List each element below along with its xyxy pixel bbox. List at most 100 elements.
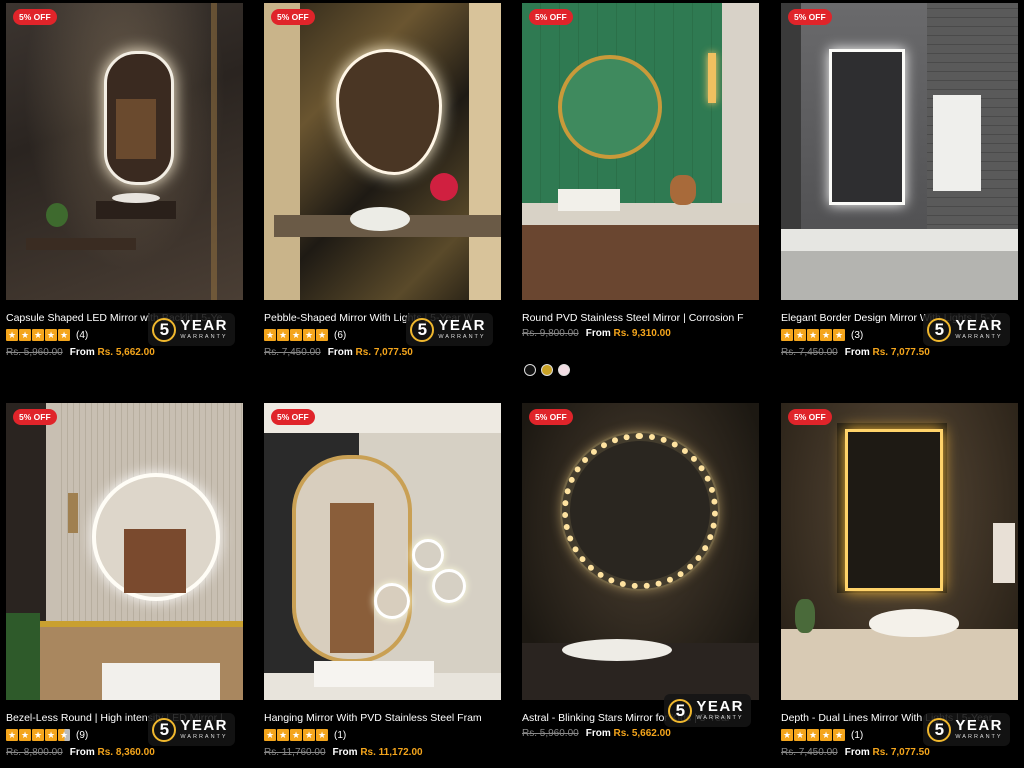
from-label: From xyxy=(844,347,870,358)
star-icon: ★ xyxy=(290,729,302,741)
warranty-small-label: WARRANTY xyxy=(180,734,228,741)
star-icon: ★ xyxy=(303,729,315,741)
star-icon: ★ xyxy=(264,729,276,741)
product-price: Rs. 7,450.00 From Rs. 7,077.50 xyxy=(781,747,1018,758)
sale-price: Rs. 7,077.50 xyxy=(872,347,930,358)
star-icon: ★ xyxy=(794,329,806,341)
star-icon: ★ xyxy=(807,329,819,341)
product-price: Rs. 8,800.00 From Rs. 8,360.00 xyxy=(6,747,243,758)
discount-badge: 5% OFF xyxy=(529,409,573,425)
product-image-astral-stars-mirror[interactable] xyxy=(522,403,759,700)
warranty-number: 5 xyxy=(927,717,952,742)
from-label: From xyxy=(332,747,358,758)
from-label: From xyxy=(585,328,611,339)
discount-badge: 5% OFF xyxy=(13,409,57,425)
discount-badge: 5% OFF xyxy=(529,9,573,25)
product-price: Rs. 9,800.00 From Rs. 9,310.00 xyxy=(522,328,759,339)
discount-badge: 5% OFF xyxy=(788,9,832,25)
from-label: From xyxy=(844,747,870,758)
product-image-bezel-less-round-mirror[interactable] xyxy=(6,403,243,700)
product-image-elegant-border-mirror[interactable] xyxy=(781,3,1018,300)
star-icon: ★ xyxy=(277,329,289,341)
warranty-badge: 5 YEAR WARRANTY xyxy=(664,694,751,727)
product-image-hanging-mirror[interactable] xyxy=(264,403,501,700)
swatch-gold[interactable] xyxy=(541,364,553,376)
star-icon: ★ xyxy=(58,329,70,341)
warranty-year-label: YEAR xyxy=(180,717,228,735)
product-card[interactable]: 5% OFF 5 YEAR WARRANTY Elegant Border Des… xyxy=(781,3,1018,358)
compare-price: Rs. 9,800.00 xyxy=(522,328,579,339)
compare-price: Rs. 7,450.00 xyxy=(781,347,838,358)
swatch-rose[interactable] xyxy=(558,364,570,376)
from-label: From xyxy=(69,747,95,758)
warranty-year-label: YEAR xyxy=(180,317,228,335)
product-rating: ★ ★ ★ ★ ★ (1) xyxy=(264,728,501,742)
warranty-small-label: WARRANTY xyxy=(955,334,1003,341)
discount-badge: 5% OFF xyxy=(13,9,57,25)
product-image-pebble-mirror[interactable] xyxy=(264,3,501,300)
star-icon: ★ xyxy=(277,729,289,741)
compare-price: Rs. 7,450.00 xyxy=(264,347,321,358)
star-icon: ★ xyxy=(794,729,806,741)
warranty-small-label: WARRANTY xyxy=(438,334,486,341)
rating-count: (4) xyxy=(76,329,89,341)
star-half-icon: ★ xyxy=(58,729,70,741)
from-label: From xyxy=(585,728,611,739)
product-card[interactable]: 5% OFF 5 YEAR WARRANTY Capsule Shaped LED… xyxy=(6,3,243,358)
star-icon: ★ xyxy=(45,329,57,341)
product-card[interactable]: 5% OFF 5 YEAR WARRANTY Bezel-Less Round |… xyxy=(6,403,243,758)
product-card[interactable]: 5% OFF 5 YEAR WARRANTY Depth - Dual Lines… xyxy=(781,403,1018,758)
rating-count: (3) xyxy=(851,329,864,341)
star-icon: ★ xyxy=(19,729,31,741)
warranty-small-label: WARRANTY xyxy=(180,334,228,341)
star-icon: ★ xyxy=(19,329,31,341)
sale-price: Rs. 5,662.00 xyxy=(97,347,155,358)
warranty-year-label: YEAR xyxy=(438,317,486,335)
star-icon: ★ xyxy=(303,329,315,341)
product-card[interactable]: 5% OFF Round PVD Stainless Steel Mirror … xyxy=(522,3,759,339)
discount-badge: 5% OFF xyxy=(271,409,315,425)
compare-price: Rs. 5,960.00 xyxy=(6,347,63,358)
star-icon: ★ xyxy=(781,729,793,741)
sale-price: Rs. 9,310.00 xyxy=(613,328,671,339)
warranty-year-label: YEAR xyxy=(955,717,1003,735)
star-icon: ★ xyxy=(781,329,793,341)
swatch-black[interactable] xyxy=(524,364,536,376)
warranty-number: 5 xyxy=(927,317,952,342)
rating-count: (1) xyxy=(334,729,347,741)
warranty-number: 5 xyxy=(152,717,177,742)
warranty-year-label: YEAR xyxy=(696,698,744,716)
from-label: From xyxy=(69,347,95,358)
star-icon: ★ xyxy=(820,329,832,341)
sale-price: Rs. 7,077.50 xyxy=(872,747,930,758)
product-price: Rs. 7,450.00 From Rs. 7,077.50 xyxy=(781,347,1018,358)
compare-price: Rs. 7,450.00 xyxy=(781,747,838,758)
warranty-badge: 5 YEAR WARRANTY xyxy=(923,313,1010,346)
product-price: Rs. 11,760.00 From Rs. 11,172.00 xyxy=(264,747,501,758)
discount-badge: 5% OFF xyxy=(271,9,315,25)
product-image-round-pvd-mirror[interactable] xyxy=(522,3,759,300)
compare-price: Rs. 11,760.00 xyxy=(264,747,326,758)
warranty-badge: 5 YEAR WARRANTY xyxy=(148,713,235,746)
warranty-badge: 5 YEAR WARRANTY xyxy=(148,313,235,346)
sale-price: Rs. 7,077.50 xyxy=(355,347,413,358)
product-image-capsule-mirror[interactable] xyxy=(6,3,243,300)
product-title[interactable]: Round PVD Stainless Steel Mirror | Corro… xyxy=(522,312,759,324)
product-card[interactable]: 5% OFF 5 YEAR WARRANTY Pebble-Shaped Mirr… xyxy=(264,3,501,358)
product-price: Rs. 5,960.00 From Rs. 5,662.00 xyxy=(522,728,759,739)
warranty-number: 5 xyxy=(668,698,693,723)
sale-price: Rs. 8,360.00 xyxy=(97,747,155,758)
star-icon: ★ xyxy=(807,729,819,741)
compare-price: Rs. 5,960.00 xyxy=(522,728,579,739)
product-card[interactable]: 5% OFF Hanging Mirror With PVD Stainless… xyxy=(264,403,501,758)
star-icon: ★ xyxy=(6,329,18,341)
from-label: From xyxy=(327,347,353,358)
warranty-badge: 5 YEAR WARRANTY xyxy=(406,313,493,346)
product-image-depth-dual-lines-mirror[interactable] xyxy=(781,403,1018,700)
star-icon: ★ xyxy=(833,329,845,341)
star-icon: ★ xyxy=(32,329,44,341)
star-icon: ★ xyxy=(264,329,276,341)
rating-count: (9) xyxy=(76,729,89,741)
product-title[interactable]: Hanging Mirror With PVD Stainless Steel … xyxy=(264,712,501,724)
product-card[interactable]: 5% OFF 5 YEAR WARRANTY Astral - Blinking … xyxy=(522,403,759,739)
